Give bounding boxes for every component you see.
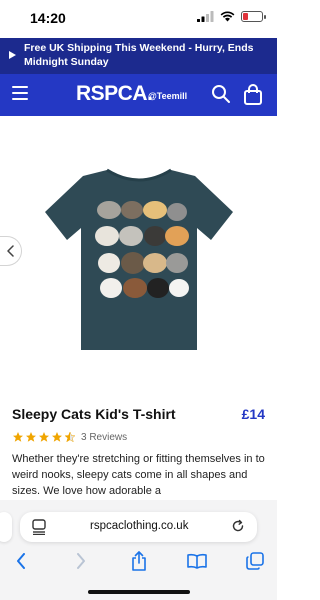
status-icons	[197, 11, 266, 22]
wifi-icon	[220, 11, 235, 22]
cellular-signal-icon	[197, 11, 214, 22]
battery-icon	[241, 11, 266, 22]
previous-tab-peek[interactable]	[0, 512, 12, 542]
star-icon	[13, 432, 23, 442]
star-icon	[26, 432, 36, 442]
status-bar: 14:20	[0, 0, 277, 38]
share-icon	[132, 551, 146, 571]
home-indicator	[88, 590, 190, 594]
promo-text: Free UK Shipping This Weekend - Hurry, E…	[24, 42, 254, 68]
bookmarks-button[interactable]	[186, 550, 208, 572]
search-icon	[212, 85, 230, 103]
truck-icon	[9, 51, 16, 59]
bookmarks-icon	[187, 553, 207, 569]
star-rating	[12, 431, 76, 443]
product-description: Whether they're stretching or fitting th…	[12, 453, 265, 497]
bag-button[interactable]	[243, 84, 265, 106]
url-text[interactable]: rspcaclothing.co.uk	[90, 520, 188, 532]
shopping-bag-icon	[244, 84, 262, 105]
star-icon	[39, 432, 49, 442]
search-button[interactable]	[211, 84, 233, 106]
share-button[interactable]	[128, 550, 150, 572]
menu-icon	[12, 86, 28, 88]
menu-button[interactable]	[12, 86, 28, 102]
reader-icon[interactable]	[32, 519, 46, 535]
tabs-button[interactable]	[244, 550, 266, 572]
forward-icon	[77, 553, 85, 569]
tabs-icon	[246, 552, 264, 570]
rspca-logo[interactable]: RSPCA.	[76, 82, 153, 106]
product-image[interactable]	[45, 166, 233, 350]
address-bar[interactable]: rspcaclothing.co.uk	[20, 512, 257, 542]
site-header: RSPCA. @Teemill	[0, 74, 277, 116]
reload-icon[interactable]	[231, 519, 245, 533]
product-rating[interactable]: 3 Reviews	[12, 431, 127, 443]
star-half-icon	[64, 431, 76, 443]
product-title: Sleepy Cats Kid's T-shirt	[12, 406, 176, 422]
back-icon	[17, 553, 25, 569]
status-time: 14:20	[30, 10, 66, 26]
promo-banner[interactable]: Free UK Shipping This Weekend - Hurry, E…	[0, 38, 277, 74]
review-count[interactable]: 3 Reviews	[81, 432, 127, 443]
forward-button[interactable]	[70, 550, 92, 572]
teemill-logo: @Teemill	[148, 91, 188, 101]
chevron-left-icon	[6, 245, 14, 257]
star-icon	[52, 432, 62, 442]
product-price: £14	[241, 406, 265, 422]
browser-toolbar	[0, 548, 277, 574]
back-button[interactable]	[10, 550, 32, 572]
